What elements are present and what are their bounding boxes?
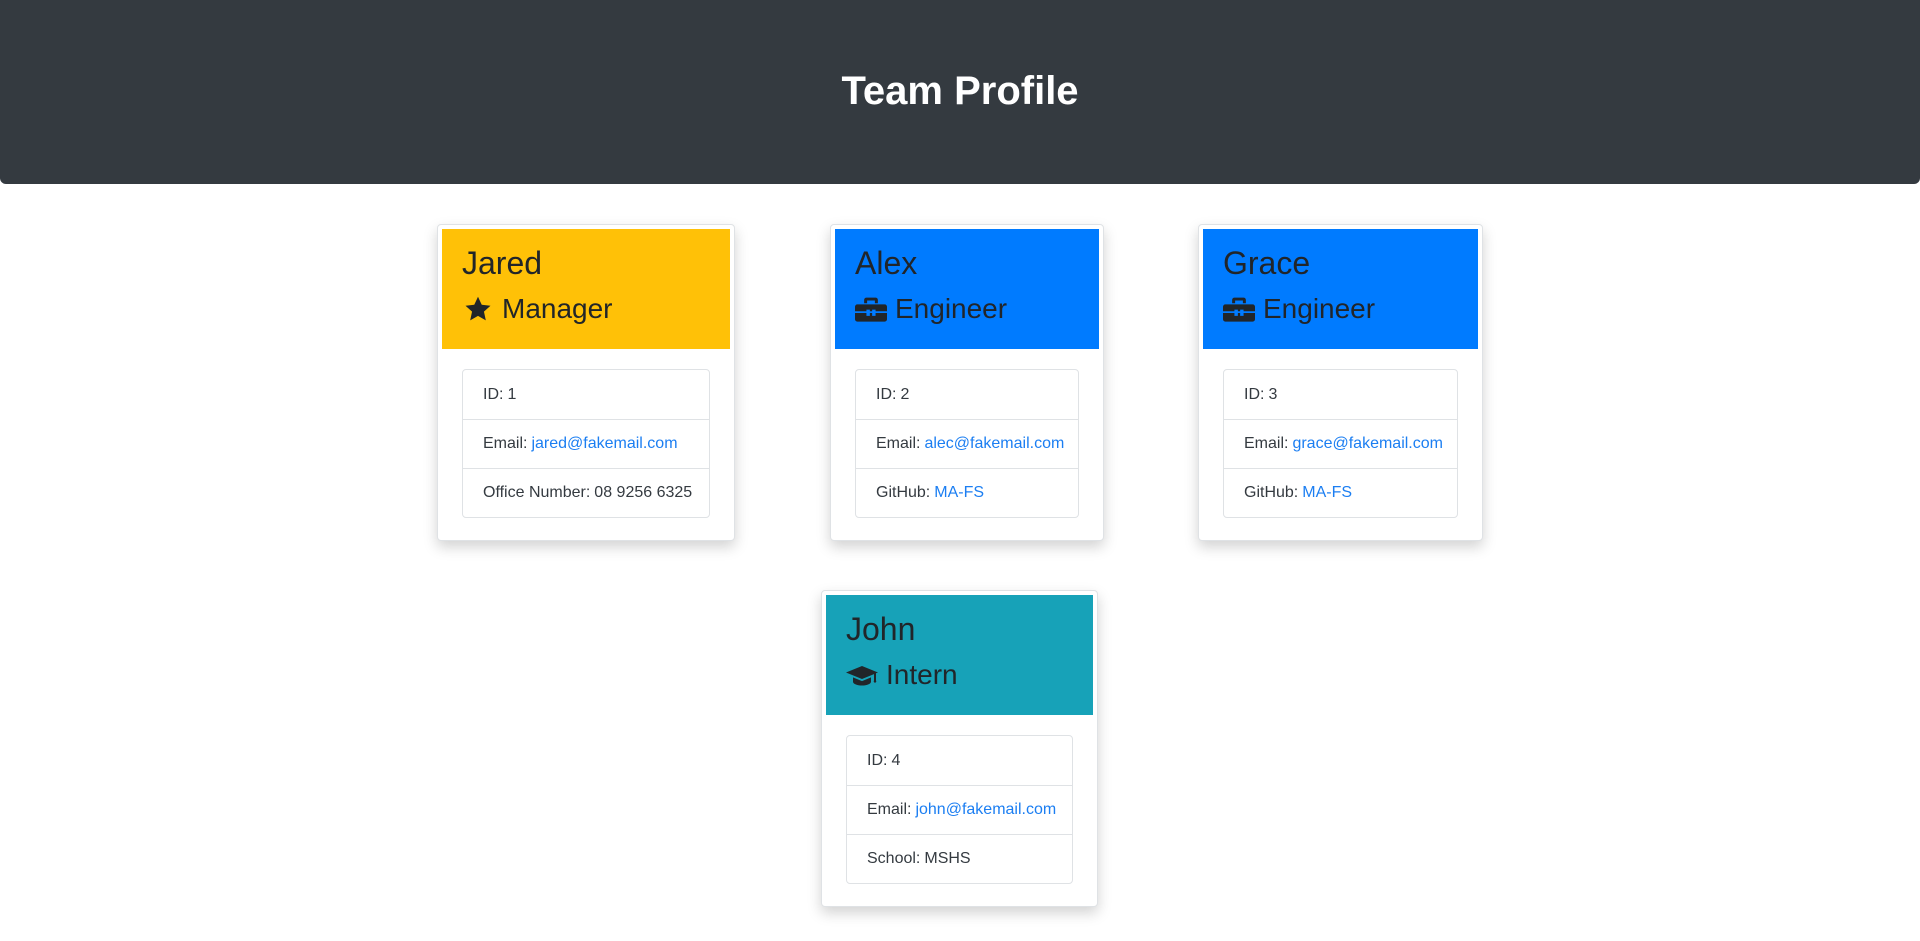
graduation-cap-icon xyxy=(846,666,878,686)
employee-details: ID: 2 Email: alec@fakemail.com GitHub: M… xyxy=(855,369,1079,518)
card-header: John Intern xyxy=(826,595,1093,715)
email-link[interactable]: grace@fakemail.com xyxy=(1292,435,1443,453)
toolbox-icon xyxy=(1223,297,1255,322)
role-label: Engineer xyxy=(1263,293,1376,324)
id-value: 3 xyxy=(1268,385,1278,403)
list-item-email: Email: jared@fakemail.com xyxy=(463,419,709,468)
email-link[interactable]: jared@fakemail.com xyxy=(531,435,677,453)
employee-details: ID: 1 Email: jared@fakemail.com Office N… xyxy=(462,369,710,518)
role-label: Intern xyxy=(886,659,958,690)
github-label: GitHub: xyxy=(1244,484,1299,501)
office-number-value: 08 9256 6325 xyxy=(594,484,693,501)
list-item-id: ID: 1 xyxy=(463,370,709,419)
employee-role: Intern xyxy=(846,657,1073,693)
email-label: Email: xyxy=(867,801,912,818)
employee-card-john: John Intern ID: 4 Email: john@fakemail.c… xyxy=(821,590,1098,907)
github-link[interactable]: MA-FS xyxy=(934,484,984,502)
page-title: Team Profile xyxy=(841,68,1079,113)
employee-name: Alex xyxy=(855,245,918,281)
id-label: ID: xyxy=(867,751,888,769)
employee-name: John xyxy=(846,611,916,647)
employee-role: Manager xyxy=(462,291,710,327)
id-label: ID: xyxy=(483,385,504,403)
school-value: MSHS xyxy=(924,850,971,867)
role-label: Manager xyxy=(502,293,613,324)
employee-name: Grace xyxy=(1223,245,1311,281)
list-item-id: ID: 4 xyxy=(847,736,1072,785)
list-item-office-number: Office Number: 08 9256 6325 xyxy=(463,468,709,517)
email-label: Email: xyxy=(1244,435,1289,452)
employee-card-jared: Jared Manager ID: 1 Email: jared@fakemai… xyxy=(437,224,735,541)
email-label: Email: xyxy=(876,435,921,452)
list-item-email: Email: john@fakemail.com xyxy=(847,785,1072,834)
github-link[interactable]: MA-FS xyxy=(1302,484,1352,502)
office-number-label: Office Number: xyxy=(483,484,591,501)
list-item-school: School: MSHS xyxy=(847,834,1072,883)
email-label: Email: xyxy=(483,435,528,452)
school-label: School: xyxy=(867,850,921,867)
id-label: ID: xyxy=(1244,385,1265,403)
page-header: Team Profile xyxy=(0,0,1920,184)
star-icon xyxy=(465,296,491,321)
card-header: Alex Engineer xyxy=(835,229,1099,349)
list-item-email: Email: alec@fakemail.com xyxy=(856,419,1078,468)
id-value: 1 xyxy=(507,385,517,403)
employee-card-alex: Alex Engineer ID: 2 Email: alec@fakemail… xyxy=(830,224,1104,541)
employee-details: ID: 4 Email: john@fakemail.com School: M… xyxy=(846,735,1073,884)
employee-role: Engineer xyxy=(855,291,1079,327)
list-item-id: ID: 3 xyxy=(1224,370,1457,419)
toolbox-icon xyxy=(855,297,887,322)
card-header: Jared Manager xyxy=(442,229,730,349)
role-label: Engineer xyxy=(895,293,1008,324)
employee-card-grace: Grace Engineer ID: 3 Email: grace@fakema… xyxy=(1198,224,1483,541)
id-value: 2 xyxy=(900,385,910,403)
employee-name: Jared xyxy=(462,245,543,281)
list-item-github: GitHub: MA-FS xyxy=(1224,468,1457,517)
email-link[interactable]: john@fakemail.com xyxy=(915,801,1056,819)
id-value: 4 xyxy=(891,751,901,769)
email-link[interactable]: alec@fakemail.com xyxy=(924,435,1064,453)
list-item-id: ID: 2 xyxy=(856,370,1078,419)
employee-details: ID: 3 Email: grace@fakemail.com GitHub: … xyxy=(1223,369,1458,518)
github-label: GitHub: xyxy=(876,484,931,501)
list-item-email: Email: grace@fakemail.com xyxy=(1224,419,1457,468)
card-header: Grace Engineer xyxy=(1203,229,1478,349)
id-label: ID: xyxy=(876,385,897,403)
list-item-github: GitHub: MA-FS xyxy=(856,468,1078,517)
employee-role: Engineer xyxy=(1223,291,1458,327)
